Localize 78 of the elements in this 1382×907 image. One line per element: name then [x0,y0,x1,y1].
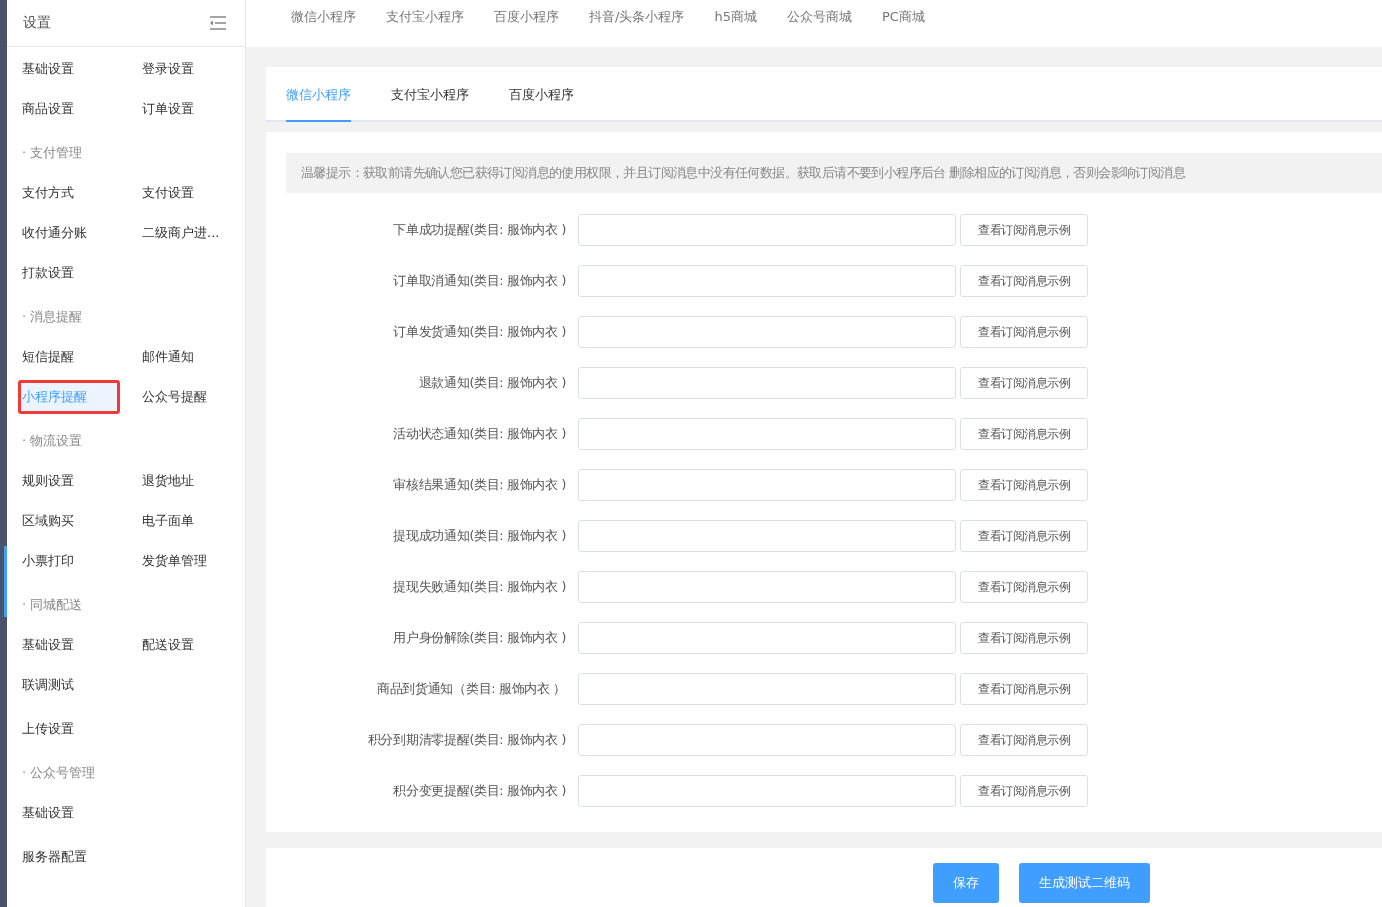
field-label: 订单发货通知(类目: 服饰内衣 ) [392,323,567,341]
input-field[interactable] [578,367,956,399]
top-tab[interactable]: 支付宝小程序 [386,8,464,26]
sidebar-item[interactable]: 小票打印 [22,544,122,578]
section-heading: · 支付管理 [21,144,84,162]
section-heading: · 消息提醒 [21,308,84,326]
field-label: 积分到期清零提醒(类目: 服饰内衣 ) [366,731,567,749]
top-tab[interactable]: h5商城 [714,8,757,26]
sidebar-item[interactable]: 配送设置 [142,628,242,662]
sidebar-item[interactable]: 规则设置 [22,464,122,498]
example-button[interactable]: 查看订阅消息示例 [960,214,1088,246]
sidebar-item[interactable]: 短信提醒 [22,340,122,374]
sidebar-item[interactable]: 邮件通知 [142,340,242,374]
input-field[interactable] [578,775,956,807]
sidebar-item[interactable]: 支付方式 [22,176,122,210]
active-indicator [4,546,7,617]
sidebar-item[interactable]: 基础设置 [22,796,122,830]
sidebar-item[interactable]: 收付通分账 [22,216,122,250]
sidebar-item[interactable]: 订单设置 [142,92,242,126]
sidebar-item[interactable]: 基础设置 [22,628,122,662]
field-label: 商品到货通知（类目: 服饰内衣 ） [375,680,567,698]
input-field[interactable] [578,265,956,297]
sidebar-item[interactable]: 基础设置 [22,52,122,86]
field-label: 下单成功提醒(类目: 服饰内衣 ) [392,221,567,239]
input-field[interactable] [578,673,956,705]
section-heading: · 公众号管理 [21,764,97,782]
example-button[interactable]: 查看订阅消息示例 [960,265,1088,297]
example-button[interactable]: 查看订阅消息示例 [960,469,1088,501]
example-button[interactable]: 查看订阅消息示例 [960,724,1088,756]
example-button[interactable]: 查看订阅消息示例 [960,367,1088,399]
sidebar-item[interactable]: 打款设置 [22,256,122,290]
example-button[interactable]: 查看订阅消息示例 [960,418,1088,450]
top-tab[interactable]: 微信小程序 [291,8,356,26]
section-heading: · 物流设置 [21,432,84,450]
example-button[interactable]: 查看订阅消息示例 [960,571,1088,603]
field-label: 审核结果通知(类目: 服饰内衣 ) [392,476,567,494]
tab[interactable]: 百度小程序 [509,67,574,122]
sidebar-item[interactable]: 上传设置 [22,712,122,746]
top-tab[interactable]: PC商城 [881,8,925,26]
field-label: 提现成功通知(类目: 服饰内衣 ) [392,527,567,545]
field-label: 活动状态通知(类目: 服饰内衣 ) [392,425,567,443]
field-label: 提现失败通知(类目: 服饰内衣 ) [392,578,567,596]
sidebar-item[interactable]: 登录设置 [142,52,242,86]
sidebar-title: 设置 [23,14,51,32]
field-label: 退款通知(类目: 服饰内衣 ) [417,374,567,392]
tab[interactable]: 支付宝小程序 [391,67,469,122]
input-field[interactable] [578,214,956,246]
field-label: 订单取消通知(类目: 服饰内衣 ) [392,272,567,290]
input-field[interactable] [578,571,956,603]
example-button[interactable]: 查看订阅消息示例 [960,622,1088,654]
input-field[interactable] [578,622,956,654]
top-tab[interactable]: 百度小程序 [494,8,559,26]
example-button[interactable]: 查看订阅消息示例 [960,775,1088,807]
input-field[interactable] [578,724,956,756]
example-button[interactable]: 查看订阅消息示例 [960,673,1088,705]
input-field[interactable] [578,418,956,450]
sidebar-item[interactable]: 公众号提醒 [142,380,242,414]
input-field[interactable] [578,469,956,501]
sidebar-item[interactable]: 电子面单 [142,504,242,538]
example-button[interactable]: 查看订阅消息示例 [960,520,1088,552]
section-heading: · 同城配送 [21,596,84,614]
sidebar-item[interactable]: 支付设置 [142,176,242,210]
top-tab[interactable]: 抖音/头条小程序 [589,8,685,26]
sidebar-item[interactable]: 联调测试 [22,668,122,702]
input-field[interactable] [578,520,956,552]
top-tab[interactable]: 公众号商城 [786,8,852,26]
sidebar-item[interactable]: 商品设置 [22,92,122,126]
field-label: 积分变更提醒(类目: 服饰内衣 ) [392,782,567,800]
sidebar-item[interactable]: 服务器配置 [22,840,122,874]
sidebar-item[interactable]: 二级商户进... [142,216,242,250]
notice-text: 温馨提示：获取前请先确认您已获得订阅消息的使用权限，并且订阅消息中没有任何数据。获取后请不要到小程序后台 删除相应的订阅消息，否则会影响订阅消息 [286,153,1382,193]
input-field[interactable] [578,316,956,348]
field-label: 用户身份解除(类目: 服饰内衣 ) [392,629,567,647]
sidebar-item[interactable]: 发货单管理 [142,544,242,578]
sidebar-item[interactable]: 区域购买 [22,504,122,538]
sidebar-item[interactable]: 退货地址 [142,464,242,498]
example-button[interactable]: 查看订阅消息示例 [960,316,1088,348]
menu-icon[interactable] [209,15,227,31]
